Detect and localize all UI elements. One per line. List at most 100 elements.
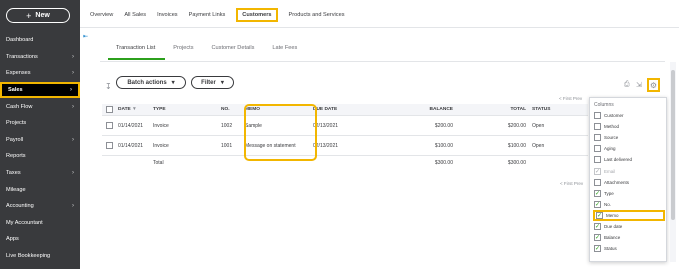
sidebar-item-label: Dashboard: [6, 37, 34, 44]
sidebar-item-payroll[interactable]: Payroll ›: [0, 132, 80, 149]
cell-no: 1001: [221, 142, 233, 149]
checkbox-checked[interactable]: ✓: [594, 245, 601, 253]
checkbox-checked[interactable]: ✓: [596, 211, 603, 219]
checkbox-checked[interactable]: ✓: [594, 200, 601, 208]
sidebar-item-label: Reports: [6, 153, 26, 160]
new-button-label: New: [35, 12, 50, 19]
memo-column-highlight: [244, 104, 317, 161]
row-checkbox[interactable]: [105, 122, 113, 129]
pagination-bottom[interactable]: < First Prev: [560, 181, 583, 186]
column-header-balance[interactable]: BALANCE: [373, 107, 453, 112]
sort-arrow-icon[interactable]: ↧: [105, 82, 112, 91]
column-header-due-date[interactable]: DUE DATE: [313, 107, 373, 112]
batch-actions-label: Batch actions: [127, 79, 167, 86]
column-option-no[interactable]: ✓ No.: [593, 199, 665, 210]
tab-customers[interactable]: Customers: [236, 8, 278, 22]
column-option-customer[interactable]: Customer: [593, 110, 665, 121]
checkbox[interactable]: [594, 156, 601, 164]
checkbox-checked[interactable]: ✓: [594, 222, 601, 230]
divider: [100, 61, 665, 62]
filter-button[interactable]: Filter ▾: [191, 76, 234, 89]
cell-due-date: 02/13/2021: [313, 122, 339, 129]
gear-icon[interactable]: ⚙: [647, 78, 660, 92]
row-checkbox[interactable]: [105, 142, 113, 149]
sidebar-item-label: Projects: [6, 120, 27, 127]
sidebar-item-accounting[interactable]: Accounting ›: [0, 198, 80, 215]
checkbox[interactable]: [594, 112, 601, 120]
batch-actions-button[interactable]: Batch actions ▾: [116, 76, 186, 89]
column-option-balance[interactable]: ✓ Balance: [593, 232, 665, 243]
column-option-memo[interactable]: ✓ Memo: [593, 209, 665, 221]
transaction-table: DATE ▼ TYPE NO. MEMO DUE DATE BALANCE TO…: [102, 104, 588, 170]
tab-transaction-list[interactable]: Transaction List: [108, 45, 166, 60]
checkbox[interactable]: [594, 145, 601, 153]
column-option-aging[interactable]: Aging: [593, 143, 665, 154]
tab-invoices[interactable]: Invoices: [157, 12, 178, 18]
column-option-attachments[interactable]: Attachments: [593, 177, 665, 188]
scrollbar-thumb[interactable]: [671, 70, 675, 220]
columns-list: Customer Method Source Aging Last delive…: [593, 110, 665, 254]
column-option-last-delivered[interactable]: Last delivered: [593, 154, 665, 165]
export-icon[interactable]: ⇲: [636, 81, 642, 89]
sidebar-item-label: Mileage: [6, 186, 26, 193]
sidebar-item-sales[interactable]: Sales ›: [0, 81, 80, 99]
tab-payment-links[interactable]: Payment Links: [189, 12, 226, 18]
chevron-right-icon: ›: [72, 136, 74, 143]
print-icon[interactable]: ⎙: [624, 81, 630, 89]
sidebar-item-reports[interactable]: Reports: [0, 148, 80, 165]
checkbox[interactable]: [594, 178, 601, 186]
sidebar-item-label: Cash Flow: [6, 103, 33, 110]
table-total-row: Total $300.00 $300.00: [102, 156, 588, 170]
column-option-source[interactable]: Source: [593, 132, 665, 143]
column-option-method[interactable]: Method: [593, 121, 665, 132]
sidebar-item-mileage[interactable]: Mileage: [0, 181, 80, 198]
checkbox[interactable]: [594, 134, 601, 142]
column-option-status[interactable]: ✓ Status: [593, 243, 665, 254]
cell-date: 01/14/2021: [118, 142, 144, 149]
tab-late-fees[interactable]: Late Fees: [264, 45, 307, 60]
checkbox-checked[interactable]: ✓: [594, 189, 601, 197]
sidebar-item-dashboard[interactable]: Dashboard: [0, 32, 80, 49]
chevron-right-icon: ›: [72, 170, 74, 177]
sidebar-item-taxes[interactable]: Taxes ›: [0, 165, 80, 182]
chevron-right-icon: ›: [70, 87, 72, 94]
checkbox-checked[interactable]: ✓: [594, 234, 601, 242]
sidebar-item-my-accountant[interactable]: My Accountant: [0, 215, 80, 232]
collapse-panel-icon[interactable]: ⇤: [83, 33, 88, 40]
sidebar-item-label: Taxes: [6, 170, 21, 177]
tab-overview[interactable]: Overview: [90, 12, 113, 18]
column-header-no[interactable]: NO.: [221, 107, 245, 112]
sidebar-item-expenses[interactable]: Expenses ›: [0, 65, 80, 82]
cell-balance: $100.00: [434, 142, 453, 149]
column-option-type[interactable]: ✓ Type: [593, 188, 665, 199]
cell-balance: $200.00: [434, 122, 453, 129]
divider: [80, 27, 679, 28]
sidebar-item-label: Payroll: [6, 136, 24, 143]
pagination-top[interactable]: < First Prev: [559, 96, 582, 101]
table-row[interactable]: 01/14/2021 Invoice 1002 Sample 02/13/202…: [102, 116, 588, 136]
columns-dropdown-title: Columns: [594, 102, 614, 108]
checkbox[interactable]: [594, 123, 601, 131]
column-header-status[interactable]: STATUS: [526, 107, 588, 112]
sidebar-item-cash-flow[interactable]: Cash Flow ›: [0, 98, 80, 115]
tab-customer-details[interactable]: Customer Details: [204, 45, 265, 60]
column-header-type[interactable]: TYPE: [153, 107, 221, 112]
sidebar-item-projects[interactable]: Projects: [0, 115, 80, 132]
table-row[interactable]: 01/14/2021 Invoice 1001 Message on state…: [102, 136, 588, 156]
select-all-checkbox[interactable]: [105, 106, 113, 113]
tab-products-and-services[interactable]: Products and Services: [289, 12, 345, 18]
tab-all-sales[interactable]: All Sales: [124, 12, 146, 18]
sidebar-item-apps[interactable]: Apps: [0, 231, 80, 248]
sidebar-item-live-bookkeeping[interactable]: Live Bookkeeping: [0, 248, 80, 265]
column-header-total[interactable]: TOTAL: [453, 107, 526, 112]
sidebar-item-label: Transactions: [6, 53, 38, 60]
column-header-date[interactable]: DATE ▼: [116, 107, 153, 112]
total-balance: $300.00: [434, 160, 453, 166]
columns-dropdown: Columns Customer Method Source Aging Las…: [589, 97, 667, 262]
sidebar-item-label: Expenses: [6, 70, 31, 77]
column-option-due-date[interactable]: ✓ Due date: [593, 221, 665, 232]
new-button[interactable]: + New: [6, 8, 70, 23]
plus-icon: +: [26, 10, 32, 21]
tab-projects[interactable]: Projects: [165, 45, 203, 60]
sidebar-item-transactions[interactable]: Transactions ›: [0, 49, 80, 66]
